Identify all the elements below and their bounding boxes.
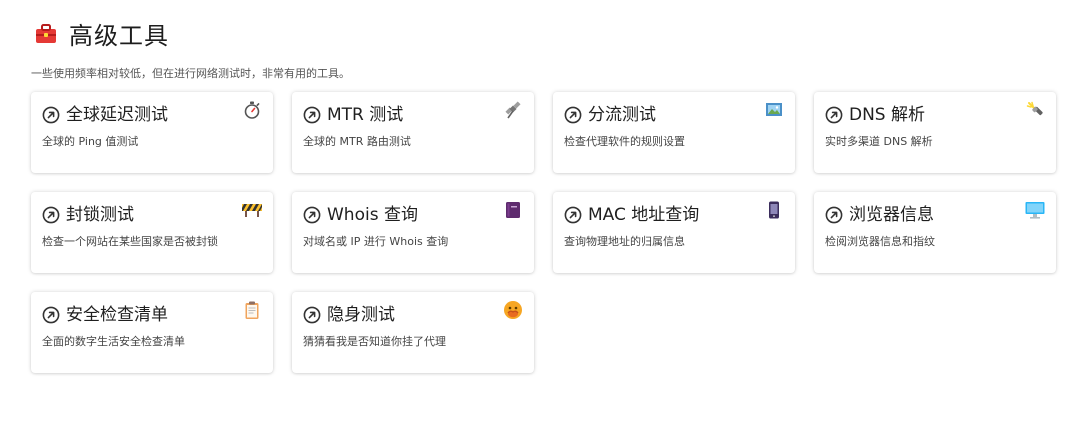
arrow-up-right-circle-icon — [825, 106, 843, 124]
card-description: 检查一个网站在某些国家是否被封锁 — [42, 235, 218, 248]
tool-card-whois[interactable]: Whois 查询 对域名或 IP 进行 Whois 查询 — [292, 192, 534, 273]
card-title: 浏览器信息 — [849, 205, 934, 225]
card-description: 对域名或 IP 进行 Whois 查询 — [303, 235, 449, 248]
card-description: 实时多渠道 DNS 解析 — [825, 135, 933, 148]
clipboard-icon — [241, 299, 263, 321]
stopwatch-icon — [241, 99, 263, 121]
tool-card-stealth-test[interactable]: 隐身测试 猜猜看我是否知道你挂了代理 — [292, 292, 534, 373]
section-header: 高级工具 — [33, 16, 169, 51]
card-description: 全球的 Ping 值测试 — [42, 135, 139, 148]
card-title: 封锁测试 — [66, 205, 134, 225]
card-description: 检查代理软件的规则设置 — [564, 135, 685, 148]
arrow-up-right-circle-icon — [564, 206, 582, 224]
toolbox-icon — [33, 21, 59, 47]
card-title: 全球延迟测试 — [66, 105, 168, 125]
tool-card-mtr[interactable]: MTR 测试 全球的 MTR 路由测试 — [292, 92, 534, 173]
tool-card-block-test[interactable]: 封锁测试 检查一个网站在某些国家是否被封锁 — [31, 192, 273, 273]
tools-grid: 全球延迟测试 全球的 Ping 值测试 MTR 测试 全球的 MTR 路由测试 — [31, 92, 1056, 373]
arrow-up-right-circle-icon — [42, 306, 60, 324]
card-title: 安全检查清单 — [66, 305, 168, 325]
tool-card-security-checklist[interactable]: 安全检查清单 全面的数字生活安全检查清单 — [31, 292, 273, 373]
tool-card-split-routing[interactable]: 分流测试 检查代理软件的规则设置 — [553, 92, 795, 173]
book-icon — [502, 199, 524, 221]
card-title: 分流测试 — [588, 105, 656, 125]
arrow-up-right-circle-icon — [303, 306, 321, 324]
card-description: 猜猜看我是否知道你挂了代理 — [303, 335, 446, 348]
card-description: 检阅浏览器信息和指纹 — [825, 235, 935, 248]
card-title: DNS 解析 — [849, 105, 926, 125]
flashlight-icon — [1024, 99, 1046, 121]
tool-card-dns[interactable]: DNS 解析 实时多渠道 DNS 解析 — [814, 92, 1056, 173]
arrow-up-right-circle-icon — [42, 106, 60, 124]
arrow-up-right-circle-icon — [42, 206, 60, 224]
card-title: MAC 地址查询 — [588, 205, 700, 225]
satellite-icon — [502, 99, 524, 121]
advanced-tools-page: 高级工具 一些使用频率相对较低，但在进行网络测试时，非常有用的工具。 全球延迟测… — [0, 0, 1080, 430]
arrow-up-right-circle-icon — [564, 106, 582, 124]
page-subtitle: 一些使用频率相对较低，但在进行网络测试时，非常有用的工具。 — [31, 67, 350, 80]
page-title: 高级工具 — [69, 22, 169, 50]
framed-picture-icon — [763, 99, 785, 121]
card-description: 查询物理地址的归属信息 — [564, 235, 685, 248]
hiding-face-icon — [502, 299, 524, 321]
card-title: 隐身测试 — [327, 305, 395, 325]
arrow-up-right-circle-icon — [303, 206, 321, 224]
tool-card-mac-lookup[interactable]: MAC 地址查询 查询物理地址的归属信息 — [553, 192, 795, 273]
desktop-monitor-icon — [1024, 199, 1046, 221]
construction-barrier-icon — [241, 199, 263, 221]
arrow-up-right-circle-icon — [825, 206, 843, 224]
tool-card-global-latency[interactable]: 全球延迟测试 全球的 Ping 值测试 — [31, 92, 273, 173]
card-title: Whois 查询 — [327, 205, 418, 225]
tool-card-browser-info[interactable]: 浏览器信息 检阅浏览器信息和指纹 — [814, 192, 1056, 273]
card-description: 全球的 MTR 路由测试 — [303, 135, 411, 148]
card-description: 全面的数字生活安全检查清单 — [42, 335, 185, 348]
arrow-up-right-circle-icon — [303, 106, 321, 124]
card-title: MTR 测试 — [327, 105, 404, 125]
mobile-phone-icon — [763, 199, 785, 221]
